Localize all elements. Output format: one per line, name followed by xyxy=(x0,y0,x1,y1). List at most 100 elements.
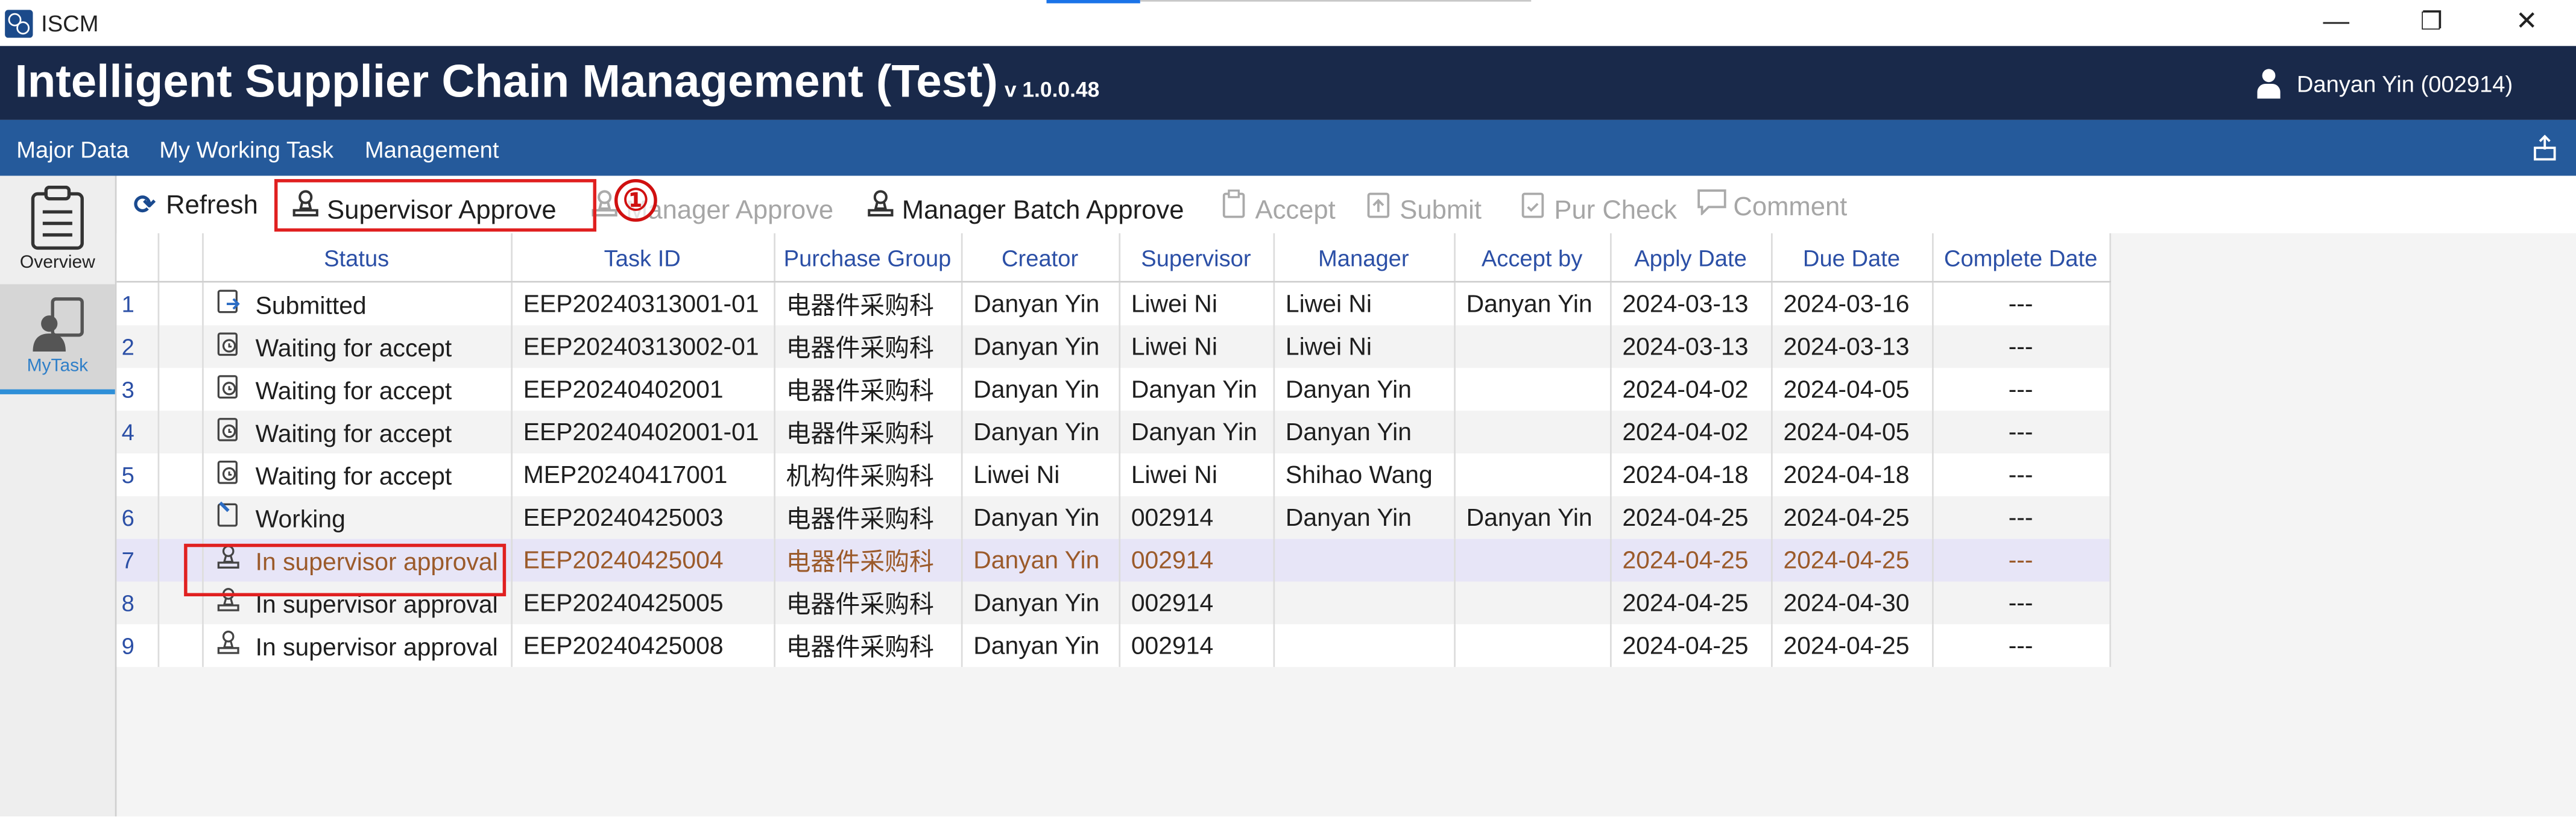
status-label: Waiting for accept xyxy=(255,335,452,364)
maximize-button[interactable]: ❐ xyxy=(2394,3,2469,42)
app-title-text: Intelligent Supplier Chain Management (T… xyxy=(14,55,998,107)
cell-due-date: 2024-03-13 xyxy=(1771,325,1933,368)
cell-complete-date: --- xyxy=(1932,538,2110,582)
app-header: Intelligent Supplier Chain Management (T… xyxy=(0,46,2576,120)
cell-select[interactable] xyxy=(157,325,203,368)
table-row[interactable]: 9 In supervisor approval EEP20240425008 电器件… xyxy=(116,624,2110,667)
cell-due-date: 2024-04-05 xyxy=(1771,411,1933,453)
cell-accept-by xyxy=(1454,538,1611,582)
window-title: ISCM xyxy=(41,10,99,36)
header-purchase-group[interactable]: Purchase Group xyxy=(774,233,962,283)
cell-due-date: 2024-04-25 xyxy=(1771,538,1933,582)
cell-task-id: EEP20240402001 xyxy=(511,368,775,411)
refresh-button[interactable]: ⟳ Refresh xyxy=(130,189,257,221)
stamp-icon xyxy=(213,629,242,660)
cell-due-date: 2024-04-25 xyxy=(1771,624,1933,667)
clipboard-icon xyxy=(31,185,84,250)
cell-row-number: 1 xyxy=(116,282,159,326)
menu-management[interactable]: Management xyxy=(365,136,499,163)
cell-manager: Shihao Wang xyxy=(1273,453,1455,496)
menu-major-data[interactable]: Major Data xyxy=(16,136,129,163)
status-label: Submitted xyxy=(255,292,367,321)
cell-complete-date: --- xyxy=(1932,496,2110,539)
comment-button[interactable]: Comment xyxy=(1697,189,1847,223)
header-accept-by[interactable]: Accept by xyxy=(1454,233,1611,283)
header-apply-date[interactable]: Apply Date xyxy=(1610,233,1772,283)
cell-supervisor: 002914 xyxy=(1119,581,1274,625)
cell-task-id: EEP20240425005 xyxy=(511,581,775,625)
cell-select[interactable] xyxy=(157,282,203,326)
cell-select[interactable] xyxy=(157,411,203,453)
nav-overview[interactable]: Overview xyxy=(0,176,115,281)
cell-task-id: EEP20240425004 xyxy=(511,538,775,582)
accept-button[interactable]: Accept xyxy=(1219,189,1336,227)
table-row[interactable]: 2 Waiting for accept EEP20240313002-01 电器件采… xyxy=(116,325,2110,368)
cell-status: Waiting for accept xyxy=(202,411,512,453)
header-status[interactable]: Status xyxy=(202,233,512,283)
nav-overview-label: Overview xyxy=(19,253,95,273)
titlebar-accent xyxy=(1046,0,1140,4)
cell-creator: Danyan Yin xyxy=(961,325,1120,368)
clock-icon xyxy=(213,415,242,447)
header-manager[interactable]: Manager xyxy=(1273,233,1455,283)
user-icon xyxy=(2257,69,2281,99)
header-complete-date[interactable]: Complete Date xyxy=(1932,233,2110,283)
cell-accept-by: Danyan Yin xyxy=(1454,496,1611,539)
cell-manager xyxy=(1273,581,1455,625)
cell-manager: Danyan Yin xyxy=(1273,496,1455,539)
table-row[interactable]: 3 Waiting for accept EEP20240402001 电器件采购科 D… xyxy=(116,368,2110,411)
export-icon[interactable] xyxy=(2531,134,2558,161)
cell-select[interactable] xyxy=(157,496,203,539)
clipboard-submit-icon xyxy=(1363,189,1393,227)
header-task-id[interactable]: Task ID xyxy=(511,233,775,283)
cell-purchase-group: 电器件采购科 xyxy=(774,368,962,411)
header-due-date[interactable]: Due Date xyxy=(1771,233,1933,283)
cell-apply-date: 2024-04-02 xyxy=(1610,368,1772,411)
highlight-supervisor-approve xyxy=(274,178,596,232)
cell-select[interactable] xyxy=(157,368,203,411)
stamp-icon xyxy=(866,189,895,227)
cell-select[interactable] xyxy=(157,624,203,667)
cell-supervisor: Danyan Yin xyxy=(1119,411,1274,453)
menu-my-working-task[interactable]: My Working Task xyxy=(159,136,333,163)
cell-accept-by xyxy=(1454,368,1611,411)
header-select xyxy=(157,233,203,283)
cell-row-number: 7 xyxy=(116,538,159,582)
cell-select[interactable] xyxy=(157,453,203,496)
cell-purchase-group: 电器件采购科 xyxy=(774,411,962,453)
cell-creator: Danyan Yin xyxy=(961,411,1120,453)
menu-bar: Major Data My Working Task Management xyxy=(0,119,2576,176)
submit-button[interactable]: Submit xyxy=(1363,189,1482,227)
cell-purchase-group: 电器件采购科 xyxy=(774,496,962,539)
cell-due-date: 2024-04-05 xyxy=(1771,368,1933,411)
cell-apply-date: 2024-03-13 xyxy=(1610,325,1772,368)
app-version: v 1.0.0.48 xyxy=(1004,77,1100,102)
cell-apply-date: 2024-04-18 xyxy=(1610,453,1772,496)
cell-manager: Liwei Ni xyxy=(1273,325,1455,368)
table-header-row: Status Task ID Purchase Group Creator Su… xyxy=(116,233,2110,283)
cell-task-id: EEP20240313001-01 xyxy=(511,282,775,326)
close-button[interactable]: ✕ xyxy=(2489,3,2565,42)
header-supervisor[interactable]: Supervisor xyxy=(1119,233,1274,283)
cell-accept-by xyxy=(1454,624,1611,667)
table-row[interactable]: 5 Waiting for accept MEP20240417001 机构件采购科 L… xyxy=(116,453,2110,496)
cell-creator: Danyan Yin xyxy=(961,496,1120,539)
cell-complete-date: --- xyxy=(1932,581,2110,625)
app-window: ISCM — ❐ ✕ Intelligent Supplier Chain Ma… xyxy=(0,0,2576,817)
nav-mytask[interactable]: MyTask xyxy=(0,284,115,394)
cell-accept-by: Danyan Yin xyxy=(1454,282,1611,326)
cell-purchase-group: 电器件采购科 xyxy=(774,624,962,667)
table-row[interactable]: 4 Waiting for accept EEP20240402001-01 电器件采… xyxy=(116,411,2110,453)
minimize-button[interactable]: — xyxy=(2299,3,2374,42)
table-row[interactable]: 6 Working EEP20240425003 电器件采购科 Danyan Yin 00… xyxy=(116,496,2110,539)
status-label: Waiting for accept xyxy=(255,463,452,491)
user-name[interactable]: Danyan Yin (002914) xyxy=(2297,71,2513,97)
table-row[interactable]: 1 Submitted EEP20240313001-01 电器件采购科 Danyan … xyxy=(116,282,2110,326)
cell-complete-date: --- xyxy=(1932,624,2110,667)
pur-check-button[interactable]: Pur Check xyxy=(1518,189,1677,227)
cell-apply-date: 2024-04-25 xyxy=(1610,496,1772,539)
manager-batch-approve-button[interactable]: Manager Batch Approve xyxy=(866,189,1184,227)
task-table: Status Task ID Purchase Group Creator Su… xyxy=(116,233,2110,667)
header-creator[interactable]: Creator xyxy=(961,233,1120,283)
cell-creator: Danyan Yin xyxy=(961,368,1120,411)
